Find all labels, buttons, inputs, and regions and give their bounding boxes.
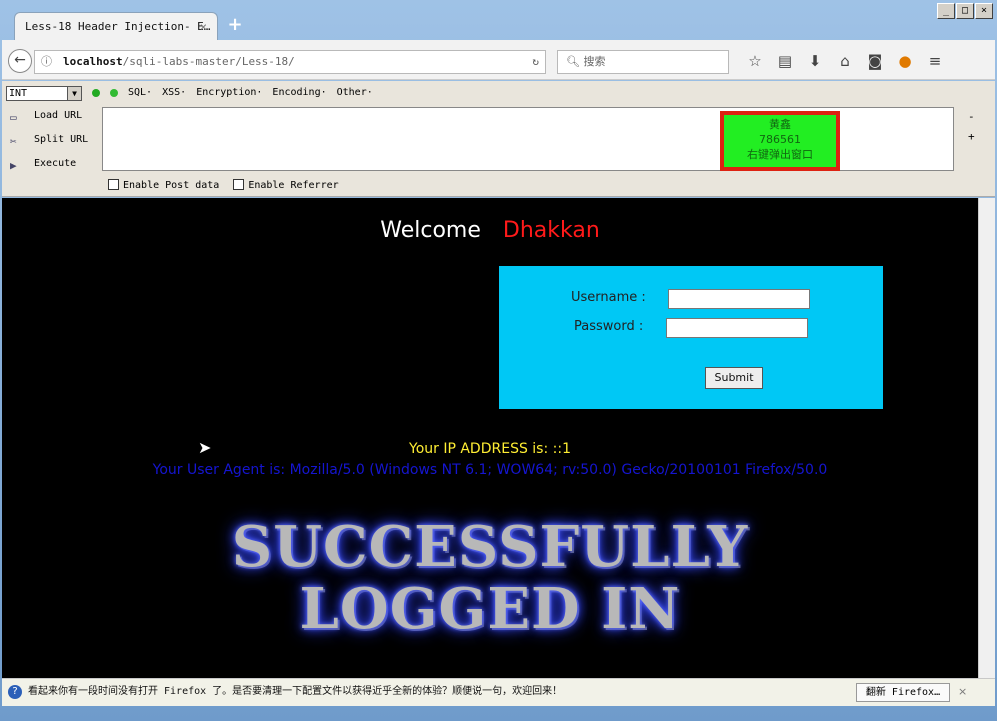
- hackbar-options: Enable Post data Enable Referrer: [108, 179, 339, 192]
- new-tab-button[interactable]: +: [224, 14, 246, 36]
- popup-line-2: 786561: [759, 133, 801, 146]
- menu-encoding[interactable]: Encoding·: [272, 87, 326, 99]
- menu-other[interactable]: Other·: [337, 87, 373, 99]
- welcome-heading: Welcome Dhakkan: [2, 218, 978, 243]
- shrink-button[interactable]: -: [968, 107, 975, 127]
- browser-tab[interactable]: Less-18 Header Injection- E… ×: [14, 12, 218, 40]
- plus-dot-icon[interactable]: [110, 89, 118, 97]
- back-button[interactable]: ←: [8, 49, 32, 73]
- download-icon[interactable]: ⬇: [800, 50, 830, 72]
- popup-line-3: 右键弹出窗口: [747, 148, 813, 161]
- minimize-button[interactable]: _: [937, 3, 955, 19]
- split-url-label: Split URL: [34, 134, 89, 145]
- star-icon[interactable]: ☆: [740, 50, 770, 72]
- back-arrow-icon: ←: [14, 52, 26, 68]
- user-name: Dhakkan: [502, 218, 600, 243]
- menu-xss[interactable]: XSS·: [162, 87, 186, 99]
- checkbox-box: [233, 179, 245, 190]
- ip-address-text: Your IP ADDRESS is: ::1: [409, 441, 571, 457]
- notification-message: 看起来你有一段时间没有打开 Firefox 了。是否要清理一下配置文件以获得近乎…: [28, 686, 563, 697]
- chevron-down-icon: ▼: [67, 87, 81, 100]
- search-input[interactable]: 🔍︎ 搜索: [557, 50, 729, 74]
- home-icon[interactable]: ⌂: [830, 50, 860, 72]
- browser-window: Less-18 Header Injection- E… × + _ □ × ←…: [0, 0, 997, 721]
- load-url-button[interactable]: ▭ Load URL: [8, 107, 88, 131]
- close-window-button[interactable]: ×: [975, 3, 993, 19]
- popup-line-1: 黄鑫: [769, 118, 791, 131]
- enable-post-label: Enable Post data: [123, 180, 220, 191]
- popup-notice[interactable]: 黄鑫 786561 右键弹出窗口: [720, 111, 840, 171]
- execute-icon: ▶: [10, 159, 17, 172]
- refresh-firefox-button[interactable]: 翻新 Firefox…: [856, 683, 950, 702]
- load-url-label: Load URL: [34, 110, 83, 121]
- pocket-icon[interactable]: ◙: [860, 50, 890, 72]
- menu-icon[interactable]: ≡: [920, 50, 950, 72]
- type-select[interactable]: INT ▼: [6, 86, 82, 101]
- expand-button[interactable]: +: [968, 127, 975, 147]
- maximize-button[interactable]: □: [956, 3, 974, 19]
- url-host: localhost: [63, 55, 123, 68]
- tab-close-icon[interactable]: ×: [200, 13, 207, 41]
- help-icon: ?: [8, 685, 22, 699]
- minus-dot-icon[interactable]: [92, 89, 100, 97]
- url-bar[interactable]: ⓘ localhost/sqli-labs-master/Less-18/ ↻: [34, 50, 546, 74]
- close-icon[interactable]: ×: [958, 679, 967, 705]
- info-icon[interactable]: ⓘ: [41, 51, 52, 73]
- split-url-icon: ✂: [10, 135, 17, 148]
- menu-sql[interactable]: SQL·: [128, 87, 152, 99]
- password-label: Password :: [574, 319, 644, 334]
- search-icon: 🔍︎: [566, 55, 580, 68]
- resize-controls: - +: [968, 107, 975, 147]
- username-label: Username :: [571, 290, 646, 305]
- hackbar-actions: ▭ Load URL ✂ Split URL ▶ Execute: [8, 107, 88, 179]
- success-banner: SUCCESSFULLY LOGGED IN: [2, 516, 978, 640]
- username-input[interactable]: [668, 289, 810, 309]
- password-input[interactable]: [666, 318, 808, 338]
- type-select-value: INT: [9, 88, 28, 99]
- page-content: Welcome Dhakkan ➤ Username : Password : S…: [2, 198, 978, 678]
- enable-post-checkbox[interactable]: Enable Post data: [108, 179, 219, 192]
- notification-bar: ? 看起来你有一段时间没有打开 Firefox 了。是否要清理一下配置文件以获得…: [2, 678, 995, 706]
- title-bar: Less-18 Header Injection- E… × + _ □ ×: [0, 0, 997, 40]
- split-url-button[interactable]: ✂ Split URL: [8, 131, 88, 155]
- execute-button[interactable]: ▶ Execute: [8, 155, 88, 179]
- extension-icon[interactable]: ●: [890, 50, 920, 72]
- banner-line-1: SUCCESSFULLY: [231, 514, 749, 580]
- reading-list-icon[interactable]: ▤: [770, 50, 800, 72]
- menu-encryption[interactable]: Encryption·: [196, 87, 262, 99]
- login-form: Username : Password : Submit: [499, 266, 883, 409]
- hackbar-menu: SQL· XSS· Encryption· Encoding· Other·: [92, 87, 373, 99]
- search-placeholder: 搜索: [583, 55, 606, 68]
- enable-referrer-label: Enable Referrer: [248, 180, 339, 191]
- hackbar-panel: INT ▼ SQL· XSS· Encryption· Encoding· Ot…: [2, 81, 995, 197]
- url-path: /sqli-labs-master/Less-18/: [122, 55, 295, 68]
- navigation-bar: ← ⓘ localhost/sqli-labs-master/Less-18/ …: [2, 40, 995, 80]
- toolbar-icons: ☆ ▤ ⬇ ⌂ ◙ ● ≡: [740, 50, 950, 72]
- execute-label: Execute: [34, 158, 77, 169]
- welcome-text: Welcome: [380, 218, 481, 243]
- reload-icon[interactable]: ↻: [532, 51, 539, 73]
- enable-referrer-checkbox[interactable]: Enable Referrer: [233, 179, 339, 192]
- tab-title: Less-18 Header Injection- E…: [25, 20, 211, 33]
- submit-button[interactable]: Submit: [705, 367, 763, 389]
- checkbox-box: [108, 179, 119, 190]
- window-controls: _ □ ×: [936, 3, 993, 19]
- user-agent-text: Your User Agent is: Mozilla/5.0 (Windows…: [152, 462, 828, 478]
- vertical-scrollbar[interactable]: [978, 198, 995, 678]
- banner-line-2: LOGGED IN: [299, 576, 681, 642]
- load-url-icon: ▭: [10, 111, 17, 124]
